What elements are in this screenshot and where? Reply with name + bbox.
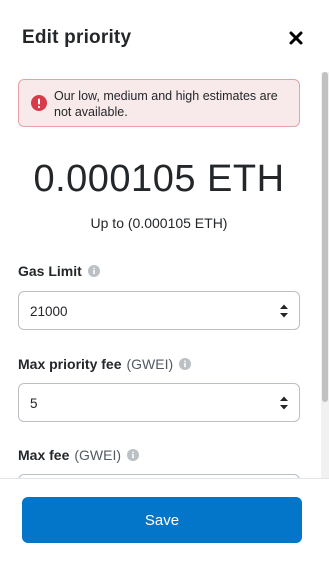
- info-icon[interactable]: [179, 358, 192, 370]
- max-priority-fee-value: 5: [30, 396, 38, 411]
- gas-limit-input[interactable]: 21000: [18, 291, 300, 330]
- estimates-unavailable-alert: Our low, medium and high estimates are n…: [18, 79, 300, 127]
- modal-header: Edit priority: [0, 0, 329, 74]
- scrollbar[interactable]: [321, 72, 329, 492]
- max-fee-unit: (GWEI): [74, 447, 122, 463]
- estimated-fee-amount: 0.000105 ETH: [33, 158, 285, 200]
- max-fee-label: Max fee (GWEI): [18, 447, 140, 463]
- max-fee-amount: Up to (0.000105 ETH): [90, 215, 228, 231]
- max-priority-fee-label: Max priority fee (GWEI): [18, 356, 192, 372]
- stepper-icon[interactable]: [279, 303, 289, 319]
- max-fee-label-text: Max fee: [18, 447, 70, 463]
- scrollbar-thumb[interactable]: [322, 72, 328, 402]
- modal-title: Edit priority: [22, 27, 132, 48]
- modal-footer: Save: [0, 478, 329, 568]
- max-priority-fee-label-text: Max priority fee: [18, 356, 122, 372]
- gas-limit-label: Gas Limit: [18, 263, 100, 279]
- edit-priority-modal: Edit priority Our low, medium and high e…: [0, 0, 329, 568]
- gas-limit-label-text: Gas Limit: [18, 263, 82, 279]
- close-button[interactable]: [285, 27, 307, 49]
- info-icon[interactable]: [127, 449, 140, 461]
- max-priority-fee-input[interactable]: 5: [18, 383, 300, 422]
- save-button[interactable]: Save: [22, 497, 302, 543]
- close-icon: [289, 31, 303, 45]
- gas-limit-value: 21000: [30, 304, 68, 319]
- max-priority-fee-unit: (GWEI): [126, 356, 174, 372]
- info-icon[interactable]: [87, 265, 100, 277]
- error-icon: [31, 95, 47, 111]
- alert-message: Our low, medium and high estimates are n…: [54, 89, 278, 119]
- stepper-icon[interactable]: [279, 395, 289, 411]
